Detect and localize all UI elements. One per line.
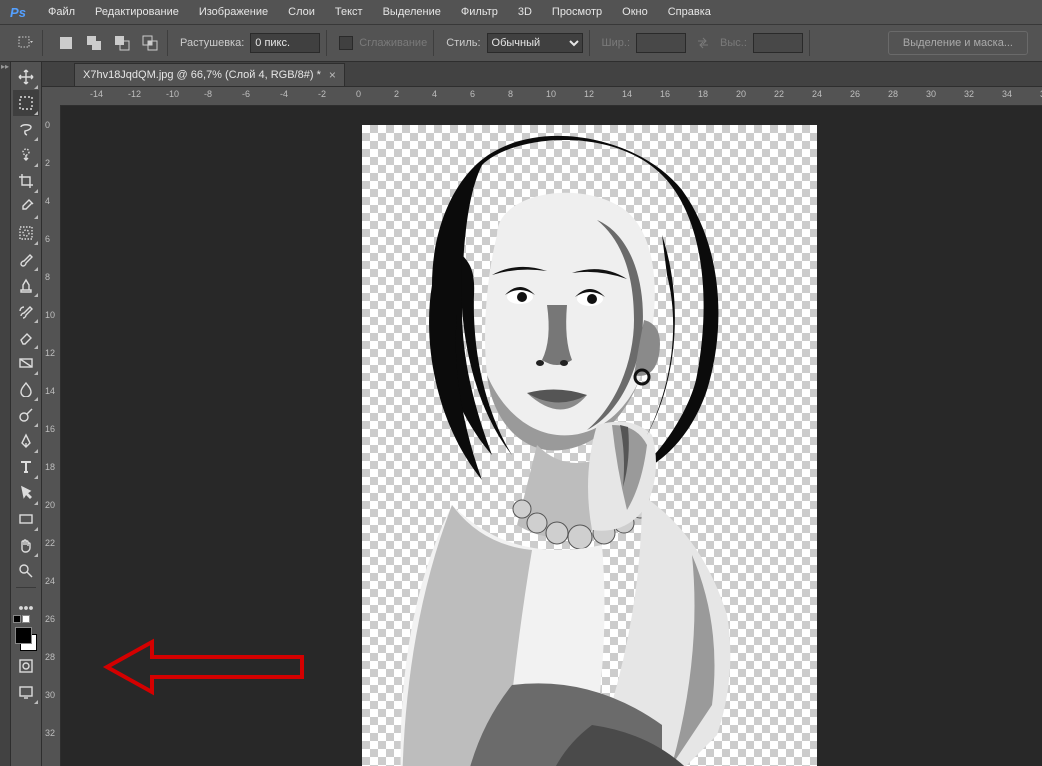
pen-tool[interactable] — [13, 428, 39, 454]
width-input — [636, 33, 686, 53]
crop-tool[interactable] — [13, 168, 39, 194]
path-select-tool[interactable] — [13, 480, 39, 506]
ruler-origin[interactable] — [42, 87, 61, 106]
color-swatches[interactable] — [13, 625, 39, 653]
menu-edit[interactable]: Редактирование — [85, 0, 189, 24]
frame-tool[interactable] — [13, 220, 39, 246]
selection-add-icon[interactable] — [83, 32, 105, 54]
menu-image[interactable]: Изображение — [189, 0, 278, 24]
zoom-tool[interactable] — [13, 558, 39, 584]
document-area: X7hv18JqdQM.jpg @ 66,7% (Слой 4, RGB/8#)… — [42, 62, 1042, 766]
feather-label: Растушевка: — [180, 37, 244, 49]
menu-help[interactable]: Справка — [658, 0, 721, 24]
blur-tool[interactable] — [13, 376, 39, 402]
document-tab[interactable]: X7hv18JqdQM.jpg @ 66,7% (Слой 4, RGB/8#)… — [74, 63, 345, 86]
menu-view[interactable]: Просмотр — [542, 0, 612, 24]
menu-select[interactable]: Выделение — [373, 0, 451, 24]
menu-text[interactable]: Текст — [325, 0, 373, 24]
antialias-checkbox[interactable] — [339, 36, 353, 50]
ruler-vertical[interactable]: 02468101214161820222426283032 — [42, 105, 61, 766]
annotation-arrow — [102, 637, 322, 717]
menu-3d[interactable]: 3D — [508, 0, 542, 24]
history-brush-tool[interactable] — [13, 298, 39, 324]
type-tool[interactable] — [13, 454, 39, 480]
refine-edge-button[interactable]: Выделение и маска... — [888, 31, 1028, 55]
rectangle-tool[interactable] — [13, 506, 39, 532]
lasso-tool[interactable] — [13, 116, 39, 142]
app-logo: Ps — [6, 3, 30, 21]
menu-file[interactable]: Файл — [38, 0, 85, 24]
eyedropper-tool[interactable] — [13, 194, 39, 220]
brush-tool[interactable] — [13, 246, 39, 272]
options-bar: Растушевка: Сглаживание Стиль: Обычный Ш… — [0, 25, 1042, 62]
document-tabstrip: X7hv18JqdQM.jpg @ 66,7% (Слой 4, RGB/8#)… — [42, 62, 1042, 87]
panel-gutter-left[interactable]: ▸▸ — [0, 62, 11, 766]
style-select[interactable]: Обычный — [487, 33, 583, 53]
canvas-artwork — [362, 125, 817, 766]
dodge-tool[interactable] — [13, 402, 39, 428]
height-input — [753, 33, 803, 53]
width-label: Шир.: — [602, 37, 630, 49]
selection-subtract-icon[interactable] — [111, 32, 133, 54]
quickmask-icon[interactable] — [13, 653, 39, 679]
toolbox — [11, 62, 42, 766]
tool-preset-picker[interactable] — [14, 32, 36, 54]
foreground-color-swatch[interactable] — [15, 627, 32, 644]
marquee-tool[interactable] — [13, 90, 39, 116]
canvas[interactable] — [362, 125, 817, 766]
screenmode-icon[interactable] — [13, 679, 39, 705]
menu-layers[interactable]: Слои — [278, 0, 325, 24]
height-label: Выс.: — [720, 37, 747, 49]
menubar: Ps Файл Редактирование Изображение Слои … — [0, 0, 1042, 25]
gradient-tool[interactable] — [13, 350, 39, 376]
canvas-viewport[interactable]: -14-12-10-8-6-4-202468101214161820222426… — [42, 87, 1042, 766]
feather-input[interactable] — [250, 33, 320, 53]
hand-tool[interactable] — [13, 532, 39, 558]
clone-stamp-tool[interactable] — [13, 272, 39, 298]
selection-new-icon[interactable] — [55, 32, 77, 54]
swap-wh-icon — [692, 32, 714, 54]
menu-window[interactable]: Окно — [612, 0, 658, 24]
quick-select-tool[interactable] — [13, 142, 39, 168]
menu-filter[interactable]: Фильтр — [451, 0, 508, 24]
antialias-label: Сглаживание — [359, 37, 427, 49]
workspace: ▸▸ X7hv18JqdQM.jpg — [0, 62, 1042, 766]
eraser-tool[interactable] — [13, 324, 39, 350]
document-tab-title: X7hv18JqdQM.jpg @ 66,7% (Слой 4, RGB/8#)… — [83, 69, 321, 81]
ruler-horizontal[interactable]: -14-12-10-8-6-4-202468101214161820222426… — [60, 87, 1042, 106]
style-label: Стиль: — [446, 37, 480, 49]
selection-intersect-icon[interactable] — [139, 32, 161, 54]
move-tool[interactable] — [13, 64, 39, 90]
close-tab-icon[interactable]: × — [329, 68, 336, 82]
